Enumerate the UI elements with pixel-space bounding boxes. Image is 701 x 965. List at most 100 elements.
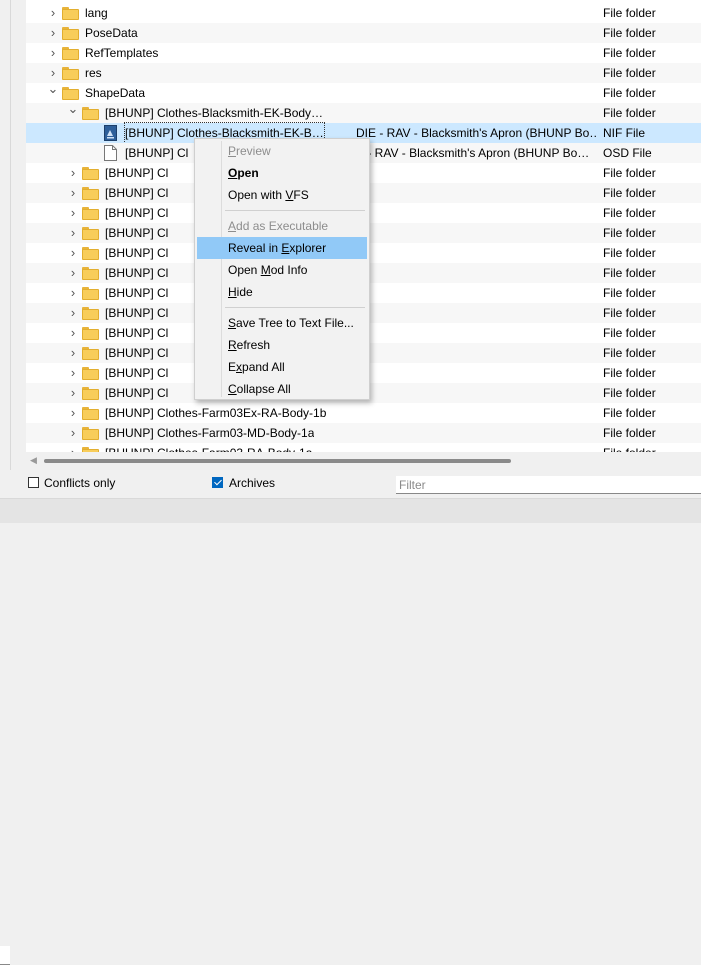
- tree-row[interactable]: › RefTemplates File folder: [26, 43, 701, 63]
- chevron-down-icon[interactable]: ⌄: [65, 102, 81, 123]
- folder-icon: [82, 347, 99, 360]
- tree-row-type: NIF File: [603, 126, 645, 140]
- tree-row[interactable]: ⌄ [BHUNP] Clothes-Blacksmith-EK-Body… File…: [26, 102, 701, 123]
- chevron-right-icon[interactable]: ›: [65, 323, 81, 343]
- chevron-right-icon[interactable]: ›: [65, 303, 81, 323]
- scroll-left-arrow-icon[interactable]: ◀: [30, 455, 37, 466]
- tree-row[interactable]: › res File folder: [26, 63, 701, 83]
- folder-icon: [62, 87, 79, 100]
- chevron-right-icon[interactable]: ›: [45, 23, 61, 43]
- chevron-down-icon[interactable]: ⌄: [45, 82, 61, 103]
- menu-item-add-as-executable: Add as Executable: [228, 219, 329, 233]
- tree-row-type: File folder: [603, 366, 656, 380]
- tree-row[interactable]: › lang File folder: [26, 3, 701, 23]
- menu-item-hide[interactable]: Hide: [197, 281, 367, 303]
- folder-icon: [82, 307, 99, 320]
- tree-row-type: File folder: [603, 246, 656, 260]
- tree-row-name: [BHUNP] Cl: [105, 366, 169, 380]
- tree-row-name: [BHUNP] Cl: [105, 386, 169, 400]
- chevron-right-icon[interactable]: ›: [65, 163, 81, 183]
- conflicts-only-checkbox[interactable]: [28, 477, 39, 488]
- tree-row-name: [BHUNP] Cl: [105, 266, 169, 280]
- menu-item-reveal-in-explorer[interactable]: Reveal in Explorer: [197, 237, 367, 259]
- tree-row-name: [BHUNP] Cl: [105, 186, 169, 200]
- tree-row-type: File folder: [603, 186, 656, 200]
- tree-row-name: [BHUNP] Clothes-Blacksmith-EK-Body…: [105, 106, 324, 120]
- chevron-right-icon[interactable]: ›: [65, 343, 81, 363]
- chevron-right-icon[interactable]: ›: [45, 3, 61, 23]
- folder-icon: [82, 107, 99, 120]
- tree-row[interactable]: ⌄ ShapeData File folder: [26, 82, 701, 103]
- tree-row-type: File folder: [603, 106, 656, 120]
- chevron-right-icon[interactable]: ›: [65, 183, 81, 203]
- archives-checkbox[interactable]: [212, 477, 223, 488]
- tree-row-name: lang: [85, 6, 108, 20]
- folder-icon: [82, 267, 99, 280]
- left-panel-edge: [0, 0, 11, 470]
- chevron-right-icon[interactable]: ›: [65, 383, 81, 403]
- tree-row-type: File folder: [603, 286, 656, 300]
- tree-row-type: File folder: [603, 206, 656, 220]
- folder-icon: [82, 167, 99, 180]
- horizontal-scrollbar-thumb[interactable]: [44, 459, 511, 463]
- left-filter-field[interactable]: [0, 946, 10, 965]
- menu-item-open-with-vfs[interactable]: Open with VFS: [197, 184, 367, 206]
- tree-row[interactable]: › [BHUNP] Clothes-Farm03Ex-RA-Body-1b File…: [26, 403, 701, 423]
- tree-row-name: [BHUNP] Cl: [105, 286, 169, 300]
- tree-row-name: ShapeData: [85, 86, 146, 100]
- nif-file-icon: [104, 125, 117, 141]
- chevron-right-icon[interactable]: ›: [65, 203, 81, 223]
- tree-row-name: [BHUNP] Cl: [105, 166, 169, 180]
- tree-row-name: [BHUNP] Cl: [125, 146, 189, 160]
- menu-item-expand-all[interactable]: Expand All: [197, 356, 367, 378]
- conflicts-only-label[interactable]: Conflicts only: [44, 475, 115, 491]
- status-bar: [0, 498, 701, 523]
- folder-icon: [62, 47, 79, 60]
- tree-row-type: File folder: [603, 406, 656, 420]
- folder-icon: [62, 27, 79, 40]
- chevron-right-icon[interactable]: ›: [45, 63, 61, 83]
- chevron-right-icon[interactable]: ›: [65, 403, 81, 423]
- tree-row-type: File folder: [603, 226, 656, 240]
- chevron-right-icon[interactable]: ›: [65, 263, 81, 283]
- folder-icon: [82, 187, 99, 200]
- tree-row-name: [BHUNP] Cl: [105, 346, 169, 360]
- folder-icon: [82, 227, 99, 240]
- tree-row-description: E - RAV - Blacksmith's Apron (BHUNP Bo…: [356, 146, 590, 160]
- filter-input[interactable]: [396, 476, 701, 494]
- tree-row-name: [BHUNP] Cl: [105, 246, 169, 260]
- tree-row-type: File folder: [603, 26, 656, 40]
- menu-item-save-tree-to-text-file[interactable]: Save Tree to Text File...: [197, 312, 367, 334]
- chevron-right-icon[interactable]: ›: [65, 423, 81, 443]
- chevron-right-icon[interactable]: ›: [65, 363, 81, 383]
- chevron-right-icon[interactable]: ›: [65, 283, 81, 303]
- tree-row-type: File folder: [603, 266, 656, 280]
- chevron-right-icon[interactable]: ›: [65, 243, 81, 263]
- menu-item-open-mod-info[interactable]: Open Mod Info: [197, 259, 367, 281]
- tree-row-type: File folder: [603, 166, 656, 180]
- folder-icon: [62, 67, 79, 80]
- tree-row-name: [BHUNP] Cl: [105, 306, 169, 320]
- tree-row-type: File folder: [603, 306, 656, 320]
- tree-row-name: PoseData: [85, 26, 138, 40]
- horizontal-scrollbar[interactable]: ◀: [26, 452, 701, 470]
- tree-row-type: File folder: [603, 66, 656, 80]
- tree-row-type: File folder: [603, 346, 656, 360]
- tree-row-name: RefTemplates: [85, 46, 159, 60]
- tree-row-type: File folder: [603, 46, 656, 60]
- tree-row-name: [BHUNP] Cl: [105, 226, 169, 240]
- tree-row[interactable]: › [BHUNP] Clothes-Farm03-MD-Body-1a File f…: [26, 423, 701, 443]
- tree-row-type: OSD File: [603, 146, 652, 160]
- tree-row-type: File folder: [603, 326, 656, 340]
- menu-item-open[interactable]: Open: [197, 162, 367, 184]
- chevron-right-icon[interactable]: ›: [65, 223, 81, 243]
- menu-item-collapse-all[interactable]: Collapse All: [197, 378, 367, 400]
- menu-item-preview: Preview: [228, 144, 271, 158]
- file-icon: [104, 145, 117, 161]
- tree-row-description: DIE - RAV - Blacksmith's Apron (BHUNP Bo…: [356, 126, 596, 140]
- tree-row[interactable]: › PoseData File folder: [26, 23, 701, 43]
- archives-label[interactable]: Archives: [229, 475, 275, 491]
- context-menu: Preview Open Open with VFS Add as Executabl…: [194, 138, 370, 400]
- chevron-right-icon[interactable]: ›: [45, 43, 61, 63]
- menu-item-refresh[interactable]: Refresh: [197, 334, 367, 356]
